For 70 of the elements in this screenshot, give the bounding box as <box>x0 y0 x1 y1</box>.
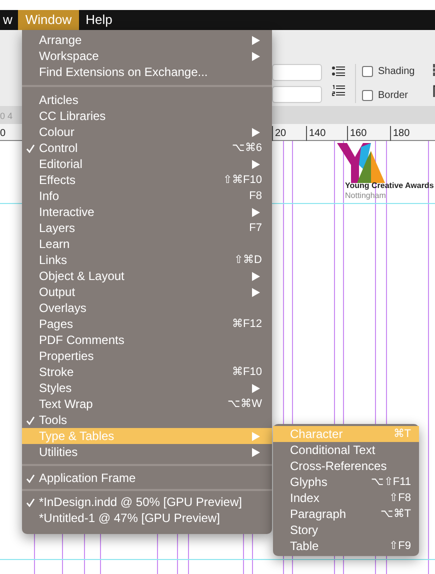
menu-item[interactable]: *Untitled-1 @ 47% [GPU Preview] <box>22 510 272 526</box>
menu-item[interactable]: Object & Layout <box>22 268 272 284</box>
menu-item[interactable]: Info F8 <box>22 188 272 204</box>
menu-item[interactable]: Text Wrap ⌥⌘W <box>22 396 272 412</box>
shortcut: ⌘F10 <box>232 366 262 378</box>
shortcut: ⇧F8 <box>389 492 411 504</box>
input-field[interactable] <box>272 64 322 81</box>
submenu-arrow-icon <box>252 160 260 168</box>
menu-item[interactable]: PDF Comments <box>22 332 272 348</box>
checkbox[interactable] <box>362 90 373 101</box>
shortcut: ⌥⇧F11 <box>370 476 411 488</box>
menu-item[interactable]: Arrange <box>22 32 272 48</box>
menu-bar-item[interactable]: Help <box>78 10 120 30</box>
menu-item[interactable]: Find Extensions on Exchange... <box>22 64 272 80</box>
menu-item[interactable]: Control ⌥⌘6 <box>22 140 272 156</box>
menu-item[interactable]: Output <box>22 284 272 300</box>
menu-item[interactable]: Conditional Text <box>273 442 419 458</box>
menu-item[interactable]: Application Frame <box>22 470 272 486</box>
checkmark-icon <box>26 144 35 152</box>
menu-item[interactable]: Glyphs ⌥⇧F11 <box>273 474 419 490</box>
ruler-label: 0 4 <box>0 110 13 123</box>
menu-item[interactable]: CC Libraries <box>22 108 272 124</box>
shortcut: ⌘F12 <box>232 318 262 330</box>
checkmark-icon <box>26 416 35 424</box>
menu-item[interactable]: Articles <box>22 92 272 108</box>
menu-bar-item[interactable]: Window <box>18 10 79 30</box>
menu-item[interactable]: Pages ⌘F12 <box>22 316 272 332</box>
submenu-arrow-icon <box>252 384 260 392</box>
menu-item[interactable]: Stroke ⌘F10 <box>22 364 272 380</box>
bulleted-list-icon[interactable] <box>332 66 345 77</box>
shortcut: F8 <box>249 190 262 202</box>
menu-item[interactable]: Index ⇧F8 <box>273 490 419 506</box>
shortcut: ⌥⌘6 <box>232 142 262 154</box>
shortcut: ⇧⌘D <box>234 254 262 266</box>
checkbox-label: Shading <box>378 65 415 79</box>
menu-item[interactable]: Paragraph ⌥⌘T <box>273 506 419 522</box>
input-field[interactable] <box>272 86 322 103</box>
menu-item[interactable]: Colour <box>22 124 272 140</box>
submenu-arrow-icon <box>252 208 260 216</box>
menu-item[interactable]: Layers F7 <box>22 220 272 236</box>
menu-item[interactable]: Effects ⇧⌘F10 <box>22 172 272 188</box>
menu-item[interactable]: Learn <box>22 236 272 252</box>
menu-item[interactable]: Story <box>273 522 419 538</box>
menu-item[interactable]: Workspace <box>22 48 272 64</box>
shortcut: F7 <box>249 222 262 234</box>
submenu-arrow-icon <box>252 128 260 136</box>
menu-bar-item[interactable]: w <box>0 10 18 30</box>
menu-item[interactable]: Links ⇧⌘D <box>22 252 272 268</box>
menu-item[interactable]: Interactive <box>22 204 272 220</box>
shortcut: ⌥⌘T <box>380 508 411 520</box>
menu-item[interactable]: Styles <box>22 380 272 396</box>
checkmark-icon <box>26 498 35 506</box>
menu-item[interactable]: Utilities <box>22 444 272 460</box>
numbered-list-icon[interactable] <box>332 85 345 97</box>
menu-item[interactable]: Editorial <box>22 156 272 172</box>
shortcut: ⇧⌘F10 <box>223 174 262 186</box>
menu-item[interactable]: Table ⇧F9 <box>273 538 419 554</box>
menu-item[interactable]: Overlays <box>22 300 272 316</box>
ruler-label: 0 <box>0 127 6 141</box>
menu-item[interactable]: Cross-References <box>273 458 419 474</box>
checkmark-icon <box>26 474 35 482</box>
shortcut: ⌥⌘W <box>228 398 262 410</box>
checkbox-label: Border <box>378 89 408 103</box>
shortcut: ⇧F9 <box>389 540 411 552</box>
checkbox[interactable] <box>362 66 373 77</box>
shortcut: ⌘T <box>393 428 411 440</box>
menu-item[interactable]: Tools <box>22 412 272 428</box>
menu-item[interactable]: Properties <box>22 348 272 364</box>
logo-title: Young Creative Awards <box>345 180 434 192</box>
menu-item[interactable]: *InDesign.indd @ 50% [GPU Preview] <box>22 494 272 510</box>
